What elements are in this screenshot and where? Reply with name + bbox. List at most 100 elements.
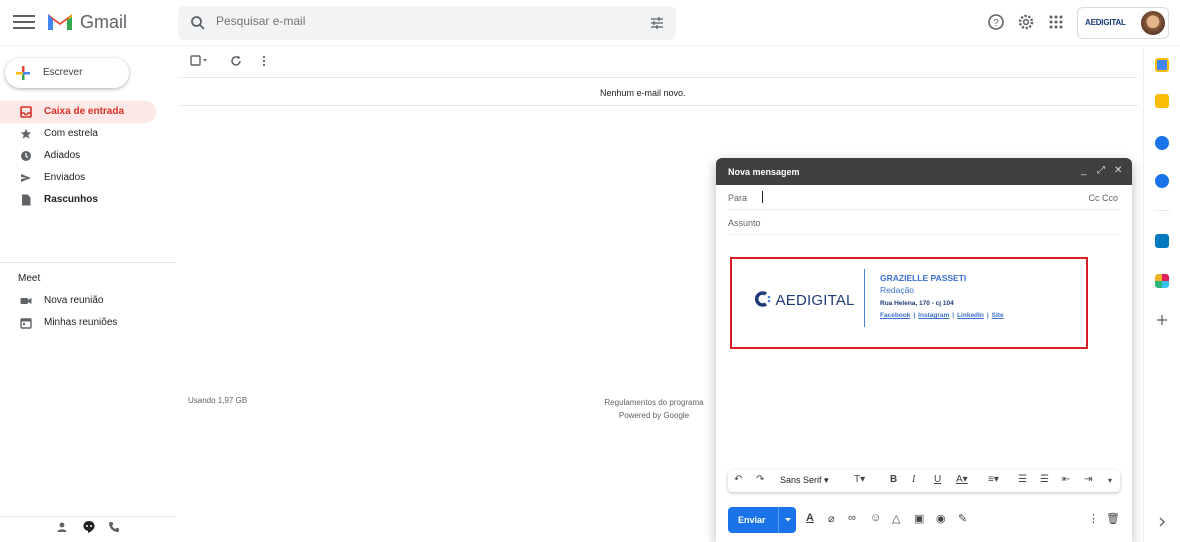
sidebar-item-snoozed[interactable]: Adiados: [0, 145, 156, 167]
search-options-icon[interactable]: [650, 16, 664, 30]
sidebar-item-starred[interactable]: Com estrela: [0, 123, 156, 145]
apps-grid-icon[interactable]: [1046, 12, 1066, 32]
compose-button[interactable]: Escrever: [5, 58, 129, 88]
subject-field[interactable]: Assunto: [728, 210, 1120, 235]
linkedin-link[interactable]: LinkedIn: [957, 312, 984, 319]
list-divider: [178, 105, 1138, 106]
sidebar-item-new-meeting[interactable]: Nova reunião: [0, 290, 156, 312]
undo-icon[interactable]: ↶: [734, 474, 742, 485]
confidential-mode-icon[interactable]: ◉: [936, 512, 946, 525]
text-cursor: [762, 191, 763, 203]
close-icon[interactable]: ✕: [1114, 165, 1122, 176]
hangouts-chat-icon[interactable]: [82, 520, 96, 534]
sidebar-item-drafts[interactable]: Rascunhos: [0, 189, 156, 211]
formatting-options-icon[interactable]: A: [806, 512, 814, 524]
plus-icon: [16, 66, 30, 80]
more-formatting-icon[interactable]: ▾: [1108, 476, 1112, 485]
numbered-list-icon[interactable]: ☰: [1018, 474, 1027, 485]
trello-icon[interactable]: [1155, 234, 1169, 248]
refresh-icon[interactable]: [230, 55, 242, 67]
recipients-row[interactable]: Para Cc Cco: [728, 185, 1120, 210]
formatting-toolbar: ↶ ↷ Sans Serif ▾ T▾ B I U A▾ ≡▾ ☰ ☰ ⇤ ⇥ …: [728, 470, 1120, 492]
text-size-icon[interactable]: T▾: [854, 474, 865, 485]
more-options-icon[interactable]: [261, 55, 267, 67]
select-checkbox-icon[interactable]: [190, 55, 208, 67]
sidebar-divider: [0, 262, 176, 263]
site-link[interactable]: Site: [992, 312, 1004, 319]
powered-by-text: Powered by Google: [618, 411, 690, 420]
sidebar-item-inbox[interactable]: Caixa de entrada: [0, 101, 156, 123]
draft-icon: [22, 194, 31, 206]
drive-icon[interactable]: △: [892, 512, 900, 525]
slack-icon[interactable]: [1155, 274, 1169, 288]
keep-icon[interactable]: [1155, 94, 1169, 108]
contacts-app-icon[interactable]: [1155, 174, 1169, 188]
search-input[interactable]: [216, 14, 616, 28]
signature-separator: [864, 269, 865, 327]
top-bar: Gmail ? AEDIGITAL: [0, 0, 1180, 46]
program-policies-link[interactable]: Regulamentos do programa: [598, 396, 710, 409]
text-color-icon[interactable]: A▾: [956, 474, 968, 485]
align-icon[interactable]: ≡▾: [988, 474, 999, 485]
cc-bcc-toggle[interactable]: Cc Cco: [1088, 193, 1118, 203]
indent-less-icon[interactable]: ⇤: [1062, 474, 1070, 485]
add-addon-icon[interactable]: [1156, 314, 1168, 326]
minimize-icon[interactable]: _: [1081, 165, 1087, 176]
search-icon[interactable]: [190, 15, 206, 31]
send-button-label: Enviar: [738, 515, 766, 525]
gmail-logo-icon[interactable]: [46, 10, 74, 32]
attach-file-icon[interactable]: ⌀: [828, 512, 835, 525]
emoji-icon[interactable]: ☺: [870, 512, 881, 524]
compose-window: Nova mensagem _ ⤢ ✕ Para Cc Cco Assunto …: [716, 158, 1132, 542]
indent-more-icon[interactable]: ⇥: [1084, 474, 1092, 485]
font-family-value: Sans Serif: [780, 475, 822, 485]
underline-icon[interactable]: U: [934, 474, 941, 485]
phone-icon[interactable]: [108, 521, 120, 533]
signature-icon[interactable]: ✎: [958, 512, 967, 525]
signature-highlight-frame: AEDIGITAL GRAZIELLE PASSETI Redação Rua …: [730, 257, 1088, 349]
sidebar-item-label: Adiados: [44, 150, 81, 161]
empty-inbox-message: Nenhum e-mail novo.: [600, 88, 686, 98]
toolbar-divider: [178, 77, 1138, 78]
calendar-app-icon[interactable]: [1155, 58, 1169, 72]
storage-usage: Usando 1,97 GB: [188, 396, 248, 405]
expand-panel-icon[interactable]: [1158, 516, 1166, 528]
calendar-icon: [20, 318, 32, 329]
send-icon: [21, 174, 31, 182]
redo-icon[interactable]: ↷: [756, 474, 764, 485]
main-menu-button[interactable]: [13, 12, 35, 32]
contacts-icon[interactable]: [56, 521, 68, 533]
account-org-logo: AEDIGITAL: [1085, 18, 1126, 27]
sidebar-item-my-meetings[interactable]: Minhas reuniões: [0, 312, 156, 334]
star-icon: [20, 128, 32, 139]
to-label: Para: [728, 193, 748, 203]
signature-logo-text: AEDIGITAL: [775, 292, 855, 309]
app-title[interactable]: Gmail: [80, 12, 127, 33]
bulleted-list-icon[interactable]: ☰: [1040, 474, 1049, 485]
sidebar-item-sent[interactable]: Enviados: [0, 167, 156, 189]
italic-icon[interactable]: I: [912, 474, 915, 485]
insert-link-icon[interactable]: ∞: [848, 512, 856, 524]
insert-photo-icon[interactable]: ▣: [914, 512, 924, 525]
discard-draft-icon[interactable]: 🗑: [1106, 512, 1120, 525]
fullscreen-icon[interactable]: ⤢: [1097, 165, 1105, 176]
search-bar: [178, 6, 676, 40]
send-button[interactable]: Enviar: [728, 507, 796, 533]
avatar[interactable]: [1141, 11, 1165, 35]
schedule-send-dropdown[interactable]: [778, 507, 796, 533]
sidebar-item-label: Minhas reuniões: [44, 317, 118, 328]
meet-section-title: Meet: [18, 273, 41, 284]
more-options-icon[interactable]: ⋮: [1088, 512, 1099, 525]
compose-header[interactable]: Nova mensagem _ ⤢ ✕: [716, 158, 1132, 185]
bold-icon[interactable]: B: [890, 474, 897, 485]
instagram-link[interactable]: Instagram: [918, 312, 949, 319]
facebook-link[interactable]: Facebook: [880, 312, 910, 319]
font-family-select[interactable]: Sans Serif ▾: [780, 475, 829, 486]
help-icon[interactable]: ?: [986, 12, 1006, 32]
hangouts-bar: [56, 519, 146, 535]
account-switcher[interactable]: AEDIGITAL: [1077, 7, 1169, 39]
tasks-icon[interactable]: [1155, 136, 1169, 150]
signature-links: Facebook | Instagram | LinkedIn | Site: [880, 312, 1004, 319]
compose-actions: Enviar A ⌀ ∞ ☺ △ ▣ ◉ ✎ ⋮ 🗑: [728, 506, 1120, 534]
settings-gear-icon[interactable]: [1016, 12, 1036, 32]
